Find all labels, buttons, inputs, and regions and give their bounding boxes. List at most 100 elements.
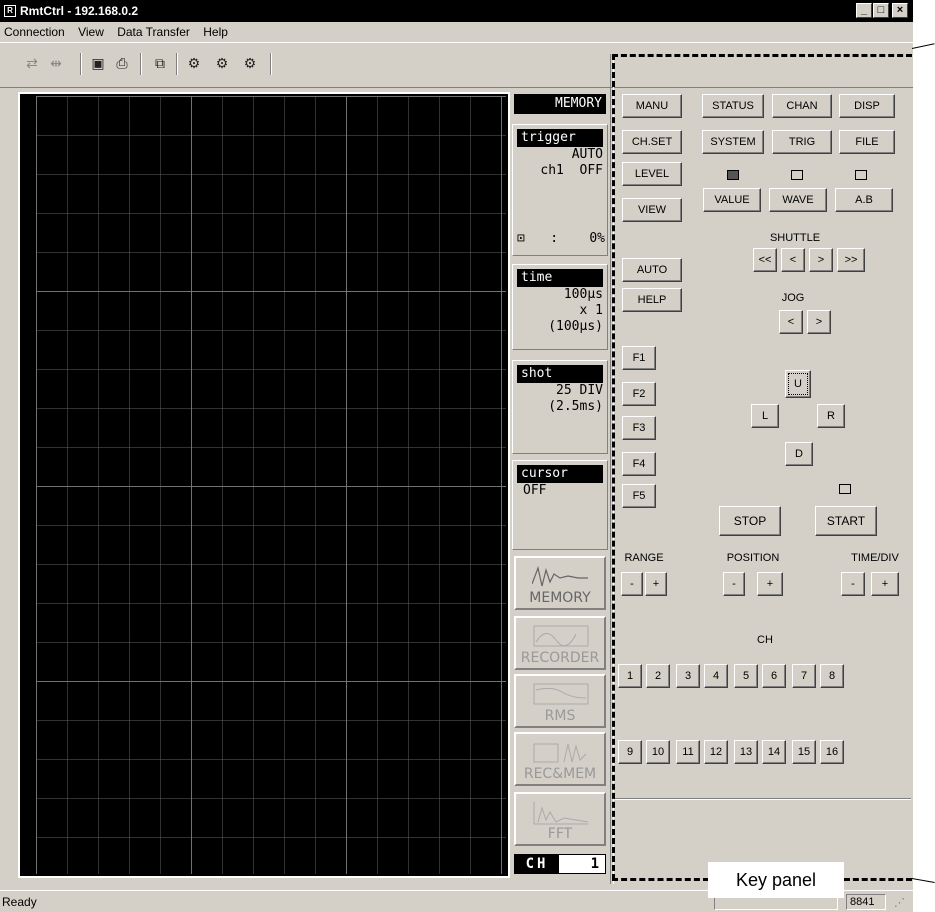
shuttle-fast-forward-button[interactable]: >> bbox=[837, 248, 865, 272]
range-plus-button[interactable]: + bbox=[645, 572, 667, 596]
monitor-icon-3[interactable]: ⚙ bbox=[240, 53, 260, 73]
auto-button[interactable]: AUTO bbox=[622, 258, 682, 282]
right-button[interactable]: R bbox=[817, 404, 845, 428]
app-icon: R bbox=[4, 5, 16, 17]
f4-button[interactable]: F4 bbox=[622, 452, 656, 476]
ch-button-1[interactable]: 1 bbox=[618, 664, 642, 688]
f1-button[interactable]: F1 bbox=[622, 346, 656, 370]
menu-connection[interactable]: Connection bbox=[4, 25, 65, 39]
minimize-button[interactable]: _ bbox=[856, 3, 872, 18]
ch-button-2[interactable]: 2 bbox=[646, 664, 670, 688]
waveform-display[interactable] bbox=[18, 92, 510, 878]
help-button[interactable]: HELP bbox=[622, 288, 682, 312]
ch-button-4[interactable]: 4 bbox=[704, 664, 728, 688]
range-label: RANGE bbox=[624, 552, 664, 564]
jog-back-button[interactable]: < bbox=[779, 310, 803, 334]
ch-button-3[interactable]: 3 bbox=[676, 664, 700, 688]
callout-line-bottom-right bbox=[844, 878, 912, 881]
recorder-mode-button[interactable]: RECORDER bbox=[514, 616, 606, 670]
toolbar-separator bbox=[176, 53, 178, 75]
chset-button[interactable]: CH.SET bbox=[622, 130, 682, 154]
callout-line-top bbox=[612, 54, 912, 57]
down-button[interactable]: D bbox=[785, 442, 813, 466]
resize-grip-icon[interactable]: ⋰ bbox=[894, 896, 908, 910]
key-panel-separator bbox=[615, 798, 911, 800]
rms-mode-button[interactable]: RMS bbox=[514, 674, 606, 728]
ch-button-5[interactable]: 5 bbox=[734, 664, 758, 688]
value-led bbox=[727, 170, 739, 180]
trigger-mode: AUTO bbox=[571, 147, 603, 162]
menu-data-transfer[interactable]: Data Transfer bbox=[117, 25, 190, 39]
status-text: Ready bbox=[2, 895, 37, 909]
print-icon[interactable]: ⎙ bbox=[112, 53, 132, 73]
ch-button-6[interactable]: 6 bbox=[762, 664, 786, 688]
menu-view[interactable]: View bbox=[78, 25, 104, 39]
copy-window-icon[interactable]: ⧉ bbox=[150, 53, 170, 73]
level-button[interactable]: LEVEL bbox=[622, 162, 682, 186]
rec-mem-mode-button[interactable]: REC&MEM bbox=[514, 732, 606, 786]
pretrigger-icon: ⊡ bbox=[517, 231, 525, 246]
range-minus-button[interactable]: - bbox=[621, 572, 643, 596]
save-icon[interactable]: ▣ bbox=[88, 53, 108, 73]
app-window: R RmtCtrl - 192.168.0.2 _ □ × Connection… bbox=[0, 0, 913, 912]
position-label: POSITION bbox=[726, 552, 780, 564]
time-box: time 100μs x 1 (100μs) bbox=[512, 264, 608, 350]
monitor-icon-2[interactable]: ⚙ bbox=[212, 53, 232, 73]
manu-button[interactable]: MANU bbox=[622, 94, 682, 118]
shot-box: shot 25 DIV (2.5ms) bbox=[512, 360, 608, 454]
close-button[interactable]: × bbox=[892, 3, 908, 18]
ch-button-13[interactable]: 13 bbox=[734, 740, 758, 764]
status-button[interactable]: STATUS bbox=[702, 94, 764, 118]
monitor-icon-1[interactable]: ⚙ bbox=[184, 53, 204, 73]
ch-button-15[interactable]: 15 bbox=[792, 740, 816, 764]
connect-icon[interactable]: ⇄ bbox=[22, 53, 42, 73]
ch-button-14[interactable]: 14 bbox=[762, 740, 786, 764]
maximize-button[interactable]: □ bbox=[873, 3, 889, 18]
timediv-plus-button[interactable]: + bbox=[871, 572, 899, 596]
file-button[interactable]: FILE bbox=[839, 130, 895, 154]
ch-button-8[interactable]: 8 bbox=[820, 664, 844, 688]
position-minus-button[interactable]: - bbox=[723, 572, 745, 596]
chan-button[interactable]: CHAN bbox=[772, 94, 832, 118]
stop-button[interactable]: STOP bbox=[719, 506, 781, 536]
ch-button-9[interactable]: 9 bbox=[618, 740, 642, 764]
view-button[interactable]: VIEW bbox=[622, 198, 682, 222]
disconnect-icon[interactable]: ⇹ bbox=[46, 53, 66, 73]
trig-button[interactable]: TRIG bbox=[772, 130, 832, 154]
ch-button-10[interactable]: 10 bbox=[646, 740, 670, 764]
value-button[interactable]: VALUE bbox=[703, 188, 761, 212]
shuttle-fast-back-button[interactable]: << bbox=[753, 248, 777, 272]
ch-button-12[interactable]: 12 bbox=[704, 740, 728, 764]
wave-button[interactable]: WAVE bbox=[769, 188, 827, 212]
rms-wave-icon bbox=[533, 683, 589, 705]
jog-forward-button[interactable]: > bbox=[807, 310, 831, 334]
pretrigger-row: ⊡ : 0% bbox=[517, 231, 607, 246]
rms-mode-label: RMS bbox=[544, 708, 576, 724]
ch-button-7[interactable]: 7 bbox=[792, 664, 816, 688]
timediv-minus-button[interactable]: - bbox=[841, 572, 865, 596]
system-button[interactable]: SYSTEM bbox=[702, 130, 764, 154]
f3-button[interactable]: F3 bbox=[622, 416, 656, 440]
f5-button[interactable]: F5 bbox=[622, 484, 656, 508]
ch-button-11[interactable]: 11 bbox=[676, 740, 700, 764]
disp-button[interactable]: DISP bbox=[839, 94, 895, 118]
trigger-heading: trigger bbox=[517, 129, 603, 147]
model-indicator: 8841 bbox=[846, 894, 886, 910]
menu-bar: Connection View Data Transfer Help bbox=[0, 22, 913, 42]
shuttle-back-button[interactable]: < bbox=[781, 248, 805, 272]
ab-button[interactable]: A.B bbox=[835, 188, 893, 212]
toolbar-separator bbox=[270, 53, 272, 75]
left-button[interactable]: L bbox=[751, 404, 779, 428]
position-plus-button[interactable]: + bbox=[757, 572, 783, 596]
up-button[interactable]: U bbox=[785, 370, 811, 398]
ch-button-16[interactable]: 16 bbox=[820, 740, 844, 764]
fft-mode-button[interactable]: FFT bbox=[514, 792, 606, 846]
title-bar: R RmtCtrl - 192.168.0.2 _ □ × bbox=[0, 0, 913, 22]
f2-button[interactable]: F2 bbox=[622, 382, 656, 406]
start-button[interactable]: START bbox=[815, 506, 877, 536]
memory-mode-button[interactable]: MEMORY bbox=[514, 556, 606, 610]
memory-mode-label: MEMORY bbox=[529, 590, 591, 606]
shuttle-forward-button[interactable]: > bbox=[809, 248, 833, 272]
menu-help[interactable]: Help bbox=[203, 25, 228, 39]
key-panel: MANU STATUS CHAN DISP CH.SET SYSTEM TRIG… bbox=[615, 88, 913, 878]
